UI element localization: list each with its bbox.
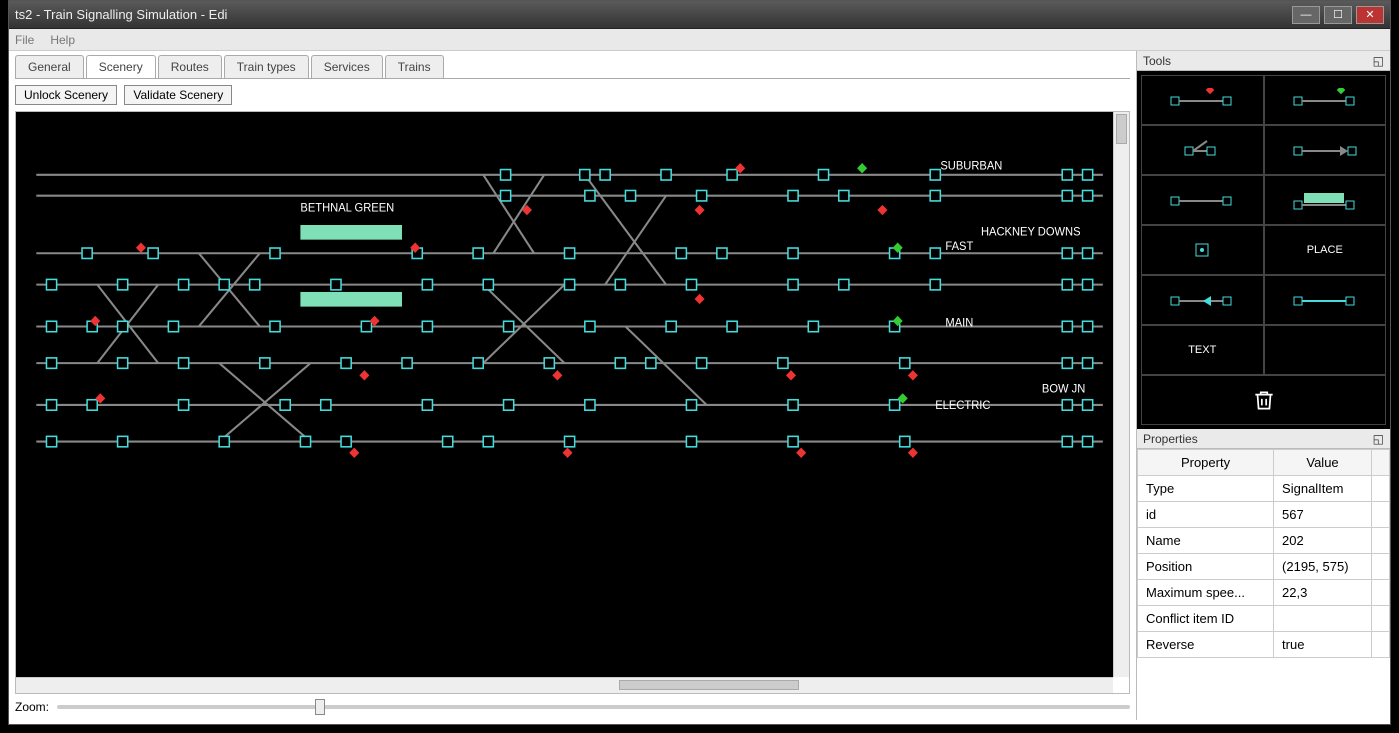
tool-track[interactable] xyxy=(1141,175,1264,225)
properties-panel-header: Properties ◱ xyxy=(1137,429,1390,449)
unlock-scenery-button[interactable]: Unlock Scenery xyxy=(15,85,117,105)
zoom-slider[interactable] xyxy=(57,705,1130,709)
tab-general[interactable]: General xyxy=(15,55,84,78)
maximize-button[interactable]: ☐ xyxy=(1324,6,1352,24)
tool-point[interactable] xyxy=(1141,125,1264,175)
table-row: Conflict item ID xyxy=(1138,606,1390,632)
zoom-label: Zoom: xyxy=(15,700,49,714)
horizontal-scrollbar[interactable] xyxy=(16,677,1113,693)
table-row: Position(2195, 575) xyxy=(1138,554,1390,580)
close-button[interactable]: ✕ xyxy=(1356,6,1384,24)
label-main: MAIN xyxy=(945,317,973,329)
tool-text[interactable]: TEXT xyxy=(1141,325,1264,375)
validate-scenery-button[interactable]: Validate Scenery xyxy=(124,85,232,105)
label-fast: FAST xyxy=(945,241,973,253)
tab-scenery[interactable]: Scenery xyxy=(86,55,156,78)
zoom-row: Zoom: xyxy=(15,700,1130,714)
vertical-scrollbar[interactable] xyxy=(1113,112,1129,677)
properties-table: PropertyValue TypeSignalItem id567 Name2… xyxy=(1137,449,1390,658)
properties-panel: PropertyValue TypeSignalItem id567 Name2… xyxy=(1137,449,1390,720)
table-row: Name202 xyxy=(1138,528,1390,554)
tool-signal-left-red[interactable] xyxy=(1141,75,1264,125)
tool-place[interactable]: PLACE xyxy=(1264,225,1387,275)
undock-icon[interactable]: ◱ xyxy=(1373,432,1384,446)
tool-track-plain[interactable] xyxy=(1264,275,1387,325)
scenery-canvas-wrapper: BETHNAL GREEN SUBURBAN HACKNEY DOWNS FAS… xyxy=(15,111,1130,694)
tools-panel: PLACE TEXT xyxy=(1137,71,1390,429)
table-row: TypeSignalItem xyxy=(1138,476,1390,502)
tool-bumper[interactable] xyxy=(1264,125,1387,175)
scenery-canvas[interactable]: BETHNAL GREEN SUBURBAN HACKNEY DOWNS FAS… xyxy=(16,112,1113,677)
window-title: ts2 - Train Signalling Simulation - Edi xyxy=(15,7,1288,22)
tool-platform[interactable] xyxy=(1264,175,1387,225)
label-electric: ELECTRIC xyxy=(935,400,990,412)
tab-trains[interactable]: Trains xyxy=(385,55,444,78)
tool-invisible-link[interactable] xyxy=(1141,225,1264,275)
tools-panel-header: Tools ◱ xyxy=(1137,51,1390,71)
table-row: Reversetrue xyxy=(1138,632,1390,658)
label-bethnal: BETHNAL GREEN xyxy=(300,202,394,214)
label-suburban: SUBURBAN xyxy=(940,160,1002,172)
menubar: File Help xyxy=(9,29,1390,51)
scenery-toolbar: Unlock Scenery Validate Scenery xyxy=(15,85,1130,105)
tool-delete[interactable] xyxy=(1141,375,1386,425)
tab-traintypes[interactable]: Train types xyxy=(224,55,309,78)
menu-file[interactable]: File xyxy=(15,33,34,47)
label-bowjn: BOW JN xyxy=(1042,383,1085,395)
undock-icon[interactable]: ◱ xyxy=(1373,54,1384,68)
table-row: Maximum spee...22,3 xyxy=(1138,580,1390,606)
titlebar: ts2 - Train Signalling Simulation - Edi … xyxy=(9,1,1390,29)
tool-signal-right-green[interactable] xyxy=(1264,75,1387,125)
minimize-button[interactable]: — xyxy=(1292,6,1320,24)
tabbar: General Scenery Routes Train types Servi… xyxy=(15,55,1130,79)
tool-track-arrow-left[interactable] xyxy=(1141,275,1264,325)
tab-services[interactable]: Services xyxy=(311,55,383,78)
tool-empty xyxy=(1264,325,1387,375)
label-hackney: HACKNEY DOWNS xyxy=(981,226,1081,238)
table-row: id567 xyxy=(1138,502,1390,528)
menu-help[interactable]: Help xyxy=(50,33,75,47)
tab-routes[interactable]: Routes xyxy=(158,55,222,78)
